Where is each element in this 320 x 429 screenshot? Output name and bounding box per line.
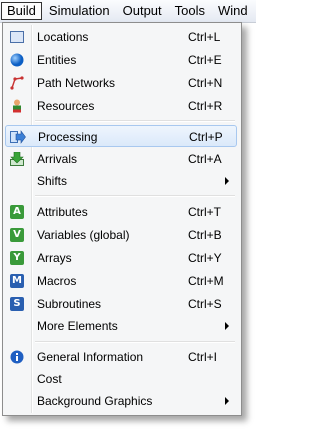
menu-item-shortcut: Ctrl+Y [188, 251, 222, 265]
resources-icon [9, 98, 25, 114]
menu-item-resources[interactable]: Resources Ctrl+R [5, 95, 237, 117]
locations-icon [9, 29, 25, 45]
menu-item-shortcut: Ctrl+L [188, 30, 221, 44]
menu-item-shortcut: Ctrl+A [188, 152, 222, 166]
menu-separator [35, 120, 235, 122]
menu-item-general-information[interactable]: General Information Ctrl+I [5, 346, 237, 368]
menu-tools[interactable]: Tools [169, 2, 211, 20]
menu-build[interactable]: Build [1, 2, 42, 20]
arrays-icon: Y [9, 250, 25, 266]
menu-item-label: Shifts [37, 174, 68, 188]
menu-item-attributes[interactable]: A Attributes Ctrl+T [5, 201, 237, 223]
menu-output[interactable]: Output [117, 2, 168, 20]
menu-item-shortcut: Ctrl+R [188, 99, 223, 113]
menu-item-shortcut: Ctrl+N [188, 76, 223, 90]
menu-item-label: Path Networks [37, 76, 116, 90]
menu-item-shortcut: Ctrl+B [188, 228, 222, 242]
build-dropdown-menu: Locations Ctrl+L Entities Ctrl+E Path Ne… [2, 22, 242, 416]
menu-item-label: More Elements [37, 319, 118, 333]
menu-item-processing[interactable]: Processing Ctrl+P [5, 125, 237, 147]
menu-item-label: Arrivals [37, 152, 78, 166]
menu-item-label: Cost [37, 372, 62, 386]
menu-item-label: Processing [38, 130, 98, 144]
arrivals-icon [9, 151, 25, 167]
submenu-arrow-icon [225, 322, 229, 330]
menu-separator [35, 341, 235, 343]
processing-icon [10, 129, 26, 145]
menu-bar: Build Simulation Output Tools Wind [0, 0, 256, 23]
path-networks-icon [9, 75, 25, 91]
menu-item-shifts[interactable]: Shifts [5, 170, 237, 192]
menu-item-label: Variables (global) [37, 228, 130, 242]
menu-simulation[interactable]: Simulation [43, 2, 116, 20]
subroutines-icon: S [9, 296, 25, 312]
menu-item-variables-global[interactable]: V Variables (global) Ctrl+B [5, 224, 237, 246]
menu-item-label: Locations [37, 30, 89, 44]
menu-item-shortcut: Ctrl+P [189, 130, 223, 144]
menu-item-arrays[interactable]: Y Arrays Ctrl+Y [5, 247, 237, 269]
menu-item-more-elements[interactable]: More Elements [5, 315, 237, 337]
submenu-arrow-icon [225, 397, 229, 405]
menu-item-label: Background Graphics [37, 394, 153, 408]
menu-item-locations[interactable]: Locations Ctrl+L [5, 26, 237, 48]
menu-item-label: Arrays [37, 251, 72, 265]
info-icon [9, 349, 25, 365]
menu-item-subroutines[interactable]: S Subroutines Ctrl+S [5, 293, 237, 315]
menu-separator [35, 195, 235, 197]
submenu-arrow-icon [225, 177, 229, 185]
menu-item-shortcut: Ctrl+I [188, 350, 218, 364]
menu-item-path-networks[interactable]: Path Networks Ctrl+N [5, 72, 237, 94]
menu-item-shortcut: Ctrl+M [188, 274, 224, 288]
menu-item-label: Macros [37, 274, 77, 288]
menu-item-label: Resources [37, 99, 95, 113]
entities-icon [9, 52, 25, 68]
menu-item-arrivals[interactable]: Arrivals Ctrl+A [5, 148, 237, 170]
menu-item-label: General Information [37, 350, 144, 364]
menu-item-label: Subroutines [37, 297, 102, 311]
menu-window[interactable]: Wind [212, 2, 254, 20]
menu-item-shortcut: Ctrl+S [188, 297, 222, 311]
menu-item-background-graphics[interactable]: Background Graphics [5, 390, 237, 412]
variables-icon: V [9, 227, 25, 243]
menu-item-shortcut: Ctrl+E [188, 53, 222, 67]
attributes-icon: A [9, 204, 25, 220]
menu-item-macros[interactable]: M Macros Ctrl+M [5, 270, 237, 292]
macros-icon: M [9, 273, 25, 289]
menu-item-cost[interactable]: Cost [5, 368, 237, 390]
menu-item-shortcut: Ctrl+T [188, 205, 221, 219]
menu-item-label: Entities [37, 53, 77, 67]
menu-item-label: Attributes [37, 205, 88, 219]
menu-item-entities[interactable]: Entities Ctrl+E [5, 49, 237, 71]
